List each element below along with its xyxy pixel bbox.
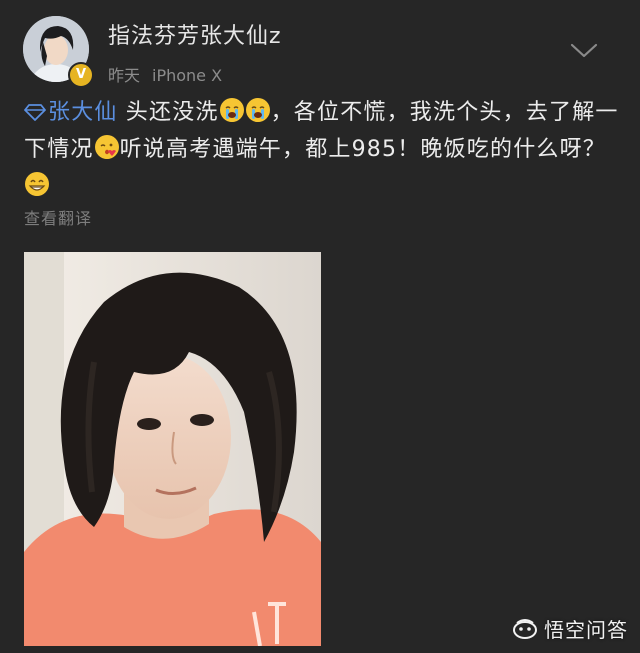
post-device: iPhone X [152, 66, 223, 85]
watermark-label: 悟空问答 [544, 618, 628, 642]
more-options-button[interactable] [568, 36, 600, 64]
selfie-image [24, 252, 321, 646]
post-content: 张大仙 头还没洗 ，各位不慌，我洗个头，去了解一下情况 听说高考遇端午，都上985！… [24, 94, 620, 205]
face-blowing-kiss-icon [94, 135, 119, 159]
diamond-icon [24, 104, 46, 121]
loudly-crying-face-icon [245, 98, 270, 122]
post-text-3: 听说高考遇端午，都上985！晚饭吃的什么呀？ [119, 137, 607, 162]
chevron-down-icon [570, 43, 598, 58]
post-photo[interactable] [24, 252, 321, 646]
translate-link[interactable]: 查看翻译 [24, 205, 92, 229]
mention-name[interactable]: 张大仙 [48, 100, 118, 125]
user-mention[interactable]: 张大仙 [24, 100, 118, 125]
verified-badge: V [68, 62, 94, 88]
username[interactable]: 指法芬芳张大仙z [108, 18, 282, 50]
grinning-face-icon [25, 172, 49, 196]
wukong-watermark: 悟空问答 [512, 614, 628, 643]
loudly-crying-face-icon [219, 98, 244, 122]
weibo-post: V 指法芬芳张大仙z 昨天 iPhone X 张大仙 头还没洗 ，各位不慌，我洗个头… [0, 0, 640, 653]
post-time: 昨天 [108, 66, 141, 85]
wukong-logo-icon [513, 618, 537, 639]
post-meta: 昨天 iPhone X [108, 62, 222, 86]
post-text-1: 头还没洗 [117, 100, 219, 125]
